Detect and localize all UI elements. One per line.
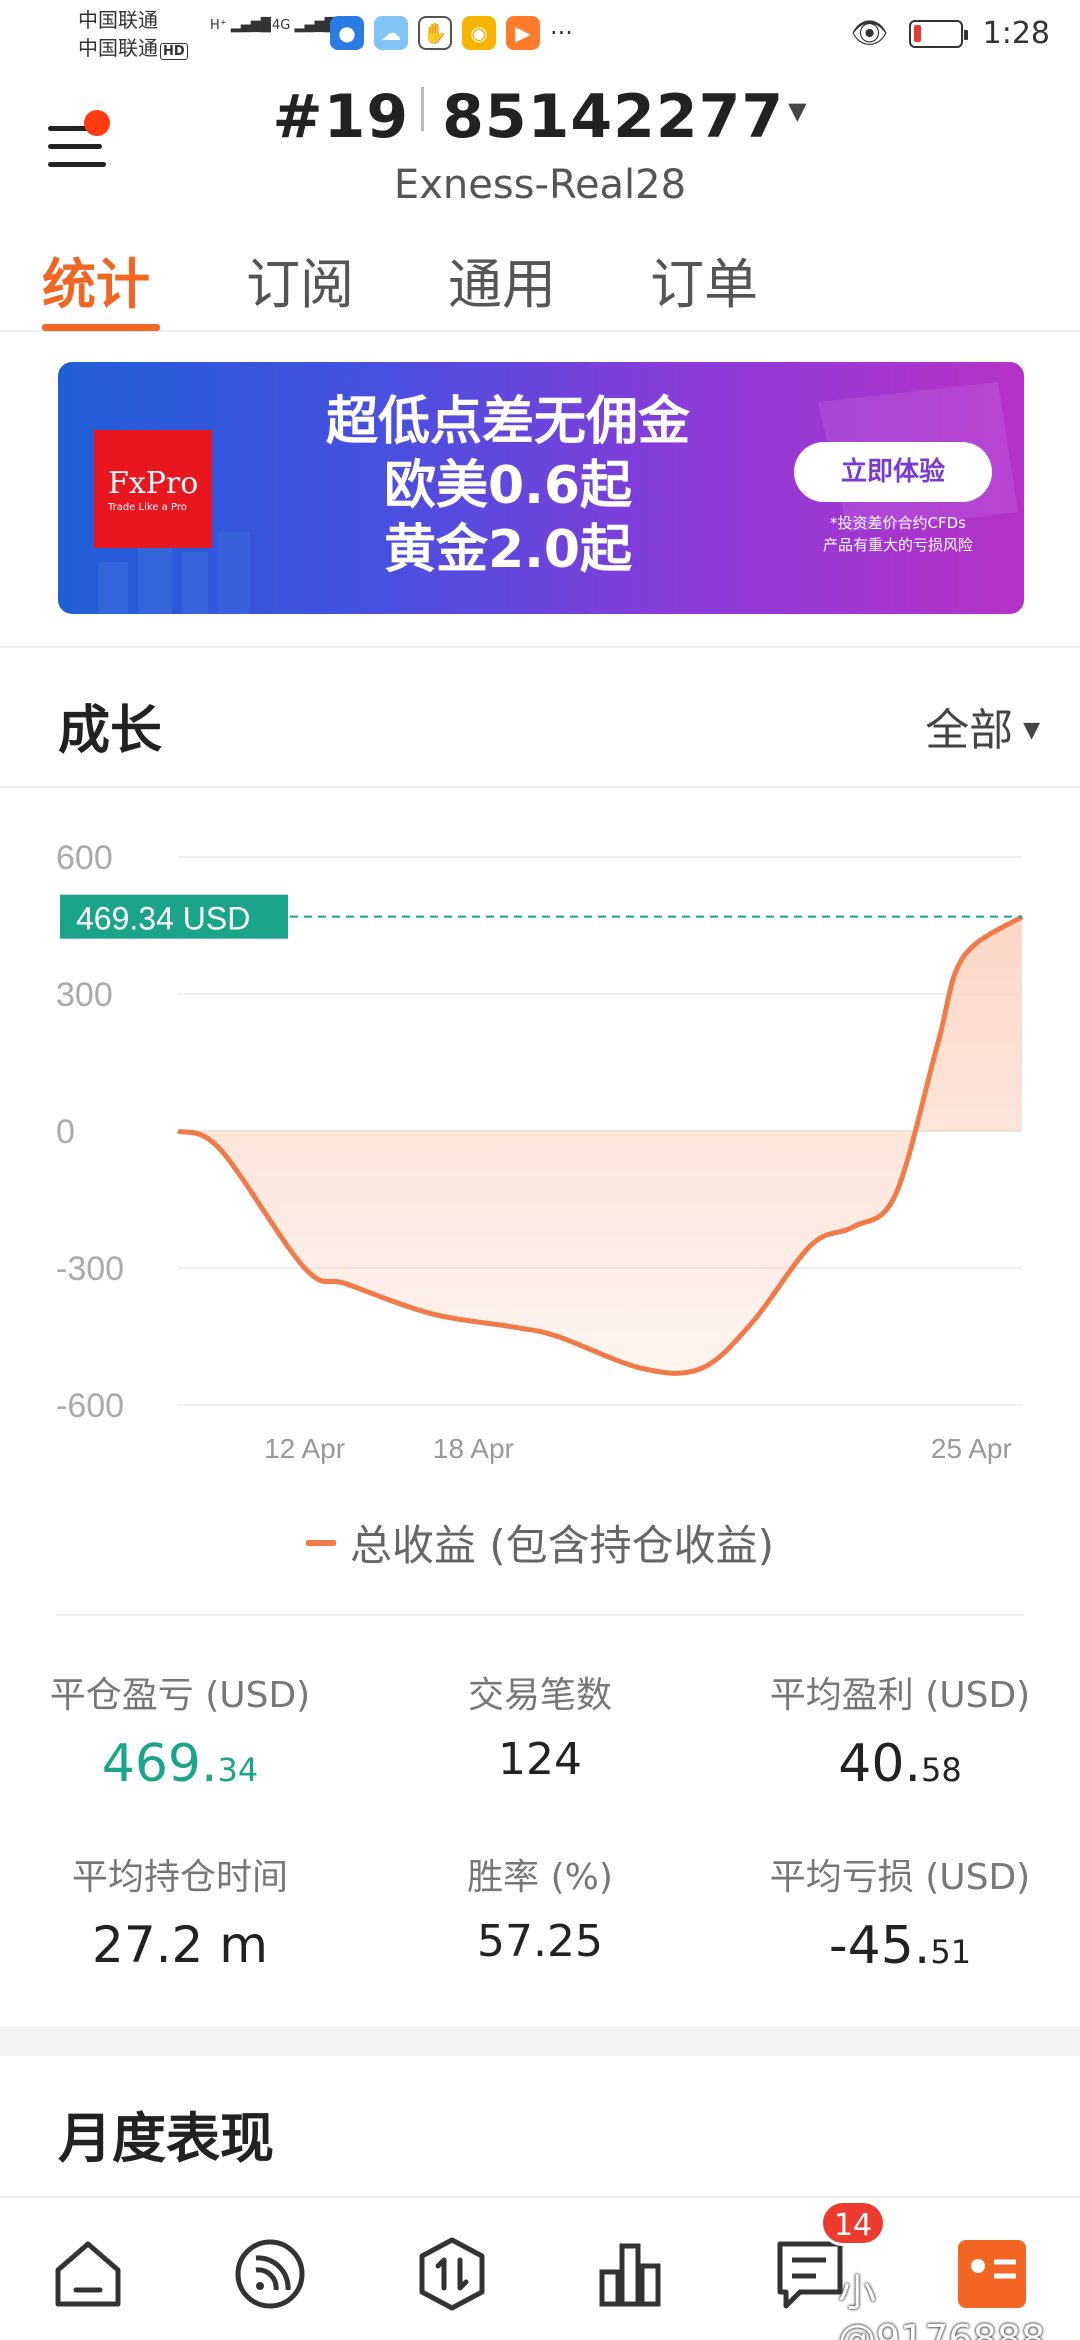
y-tick-label: 300 — [56, 976, 113, 1014]
home-icon — [55, 2241, 121, 2307]
banner-headline: 超低点差无佣金 欧美0.6起 黄金2.0起 — [298, 390, 718, 582]
stat-value: 469.34 — [101, 1734, 259, 1794]
stat-avg-hold-time: 平均持仓时间 27.2 m — [0, 1848, 360, 1974]
stat-label: 胜率 (%) — [467, 1857, 613, 1898]
period-label: 全部 — [925, 705, 1014, 756]
stat-label: 交易笔数 — [467, 1675, 612, 1716]
stat-value: 40.58 — [838, 1734, 962, 1794]
banner-line-2: 欧美0.6起 — [383, 456, 633, 516]
trade-icon — [419, 2237, 485, 2311]
try-now-button[interactable]: 立即体验 — [794, 442, 992, 502]
nav-stats[interactable] — [590, 2234, 670, 2314]
weibo-app-icon: ◉ — [462, 16, 496, 50]
network-type-1: H⁺ — [210, 18, 227, 33]
video-app-icon: ▶ — [506, 16, 540, 50]
stat-value: 27.2 m — [92, 1916, 268, 1974]
chart-legend: 总收益 (包含持仓收益) — [0, 1512, 1080, 1573]
y-tick-label: -300 — [56, 1250, 124, 1288]
notification-icons: ● ☁ ✋ ◉ ▶ ··· — [330, 16, 573, 50]
stat-label: 平均盈利 (USD) — [769, 1675, 1031, 1716]
stat-value: -45.51 — [828, 1916, 972, 1976]
signal-icon: H⁺ ▂▄▆█ — [210, 18, 271, 33]
growth-chart-svg: 600 300 0 -300 -600 469.34 USD 12 Apr 18 Apr 25 … — [56, 839, 1024, 1464]
stat-value: 124 — [498, 1734, 582, 1785]
watermark: 小@9176888 — [838, 2271, 1046, 2340]
more-notifications-icon: ··· — [550, 19, 573, 47]
signal-icon-2: 4G ▂▄▆█ — [272, 18, 335, 33]
tab-statistics[interactable]: 统计 — [42, 240, 150, 319]
tab-subscribe[interactable]: 订阅 — [246, 240, 354, 319]
stat-value: 57.25 — [477, 1916, 603, 1967]
status-bar: 中国联通 中国联通 HD H⁺ ▂▄▆█ 4G ▂▄▆█ ● ☁ ✋ ◉ ▶ ··… — [0, 0, 1080, 72]
fxpro-logo: FxPro Trade Like a Pro — [94, 430, 212, 548]
clock: 1:28 — [982, 16, 1050, 51]
dropdown-caret-icon: ▼ — [788, 97, 808, 125]
stat-label: 平均持仓时间 — [71, 1857, 288, 1898]
monthly-performance-title: 月度表现 — [58, 2107, 274, 2170]
period-selector[interactable]: 全部 ▼ — [925, 694, 1040, 758]
carrier-info: 中国联通 中国联通 HD — [78, 6, 188, 66]
current-value-label: 469.34 USD — [76, 901, 250, 937]
series-area — [178, 916, 1022, 1374]
network-type-2: 4G — [272, 18, 291, 33]
y-tick-label: -600 — [56, 1387, 124, 1425]
legend-swatch — [305, 1540, 336, 1546]
x-tick-label: 12 Apr — [264, 1433, 345, 1464]
tab-general[interactable]: 通用 — [448, 240, 556, 319]
account-selector[interactable]: #19 85142277 ▼ — [0, 82, 1080, 152]
weather-app-icon: ☁ — [374, 16, 408, 50]
banner-line-3: 黄金2.0起 — [383, 520, 633, 580]
stat-closed-pnl: 平仓盈亏 (USD) 469.34 — [0, 1666, 360, 1794]
message-badge: 14 — [820, 2200, 886, 2246]
status-right: 👁 1:28 — [851, 16, 1050, 51]
y-tick-label: 600 — [56, 839, 113, 877]
nav-home[interactable] — [48, 2234, 128, 2314]
stat-win-rate: 胜率 (%) 57.25 — [360, 1848, 720, 1967]
nav-feed[interactable] — [230, 2234, 310, 2314]
growth-chart: 600 300 0 -300 -600 469.34 USD 12 Apr 18 Apr 25 … — [0, 800, 1080, 1480]
eye-icon: 👁 — [850, 16, 889, 51]
hand-app-icon: ✋ — [418, 16, 452, 50]
tab-orders[interactable]: 订单 — [650, 240, 758, 319]
message-icon — [777, 2241, 843, 2309]
hd-badge: HD — [160, 43, 188, 60]
stat-avg-profit: 平均盈利 (USD) 40.58 — [720, 1666, 1080, 1794]
banner-line-1: 超低点差无佣金 — [325, 392, 690, 452]
growth-title: 成长 — [58, 701, 163, 761]
stat-label: 平均亏损 (USD) — [769, 1857, 1031, 1898]
x-tick-label: 25 Apr — [931, 1433, 1012, 1464]
battery-icon — [908, 19, 968, 48]
nav-trade[interactable] — [412, 2234, 492, 2314]
legend-label: 总收益 (包含持仓收益) — [349, 1521, 775, 1570]
chevron-down-icon: ▼ — [1023, 718, 1040, 743]
y-tick-label: 0 — [56, 1113, 75, 1151]
account-number: 85142277 — [442, 82, 785, 152]
rss-icon — [235, 2239, 305, 2309]
stat-trade-count: 交易笔数 124 — [360, 1666, 720, 1785]
active-tab-indicator — [42, 324, 160, 331]
x-tick-label: 18 Apr — [433, 1433, 514, 1464]
carrier-2: 中国联通 — [78, 36, 158, 60]
stat-avg-loss: 平均亏损 (USD) -45.51 — [720, 1848, 1080, 1976]
risk-note: *投资差价合约CFDs 产品有重大的亏损风险 — [822, 514, 973, 554]
stat-label: 平仓盈亏 (USD) — [49, 1675, 311, 1716]
account-prefix: #19 — [272, 82, 410, 152]
tab-bar: 统计 订阅 通用 订单 — [0, 240, 1080, 332]
carrier-1: 中国联通 — [78, 8, 158, 32]
ad-banner[interactable]: FxPro Trade Like a Pro 超低点差无佣金 欧美0.6起 黄金… — [58, 362, 1024, 614]
server-name: Exness-Real28 — [393, 162, 687, 208]
bulb-app-icon: ● — [330, 16, 364, 50]
bar-chart-icon — [599, 2243, 661, 2307]
